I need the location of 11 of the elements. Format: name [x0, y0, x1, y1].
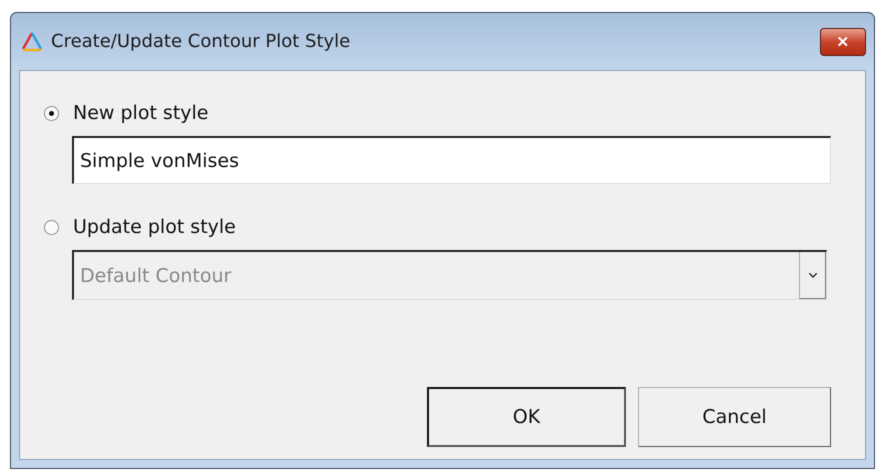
ok-button[interactable]: OK	[427, 387, 626, 447]
close-button[interactable]: ✕	[820, 28, 866, 56]
window-title: Create/Update Contour Plot Style	[51, 31, 352, 52]
radio-button[interactable]	[44, 220, 59, 234]
caret-icon	[808, 272, 816, 278]
radio-label: Update plot style	[73, 216, 236, 238]
radio-label: New plot style	[73, 102, 208, 124]
cancel-button[interactable]: Cancel	[638, 387, 831, 447]
text-field[interactable]: Simple vonMises	[72, 136, 831, 184]
app-logo-icon	[21, 32, 43, 52]
radio-button[interactable]	[44, 106, 59, 120]
